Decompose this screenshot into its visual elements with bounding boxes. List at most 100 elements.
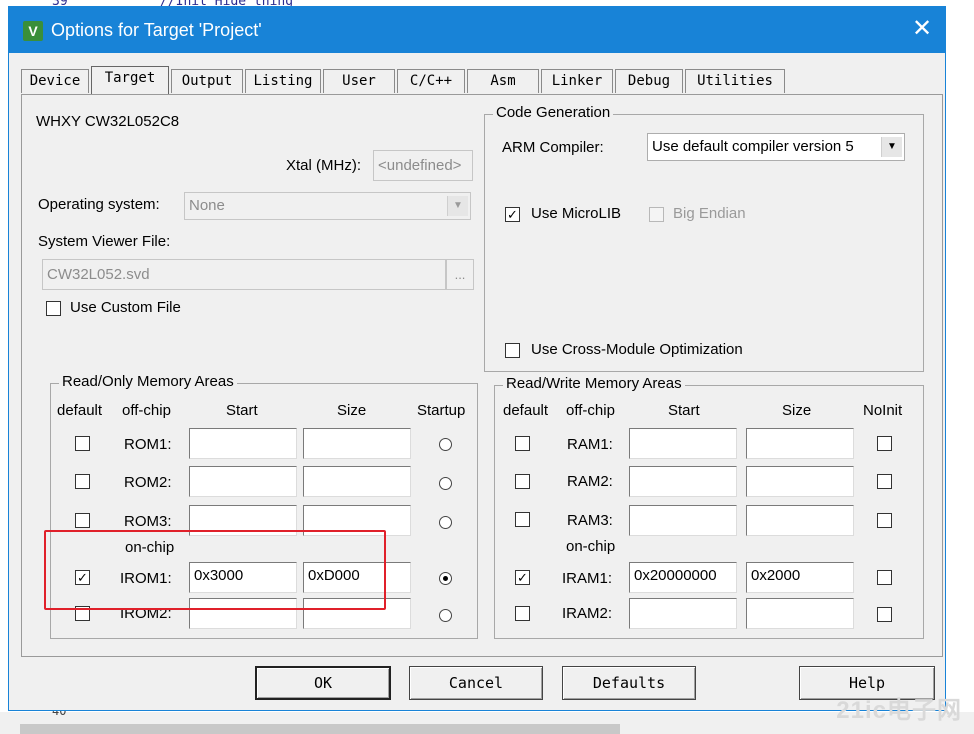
rw-header-size: Size <box>782 402 812 419</box>
rw-header-start: Start <box>668 402 700 419</box>
chevron-down-icon: ▼ <box>881 137 902 157</box>
tab-linker[interactable]: Linker <box>541 69 613 93</box>
tab-c-cpp[interactable]: C/C++ <box>397 69 465 93</box>
rw-header-offchip: off-chip <box>566 402 615 419</box>
iram1-noinit-checkbox[interactable] <box>877 570 892 585</box>
tab-device[interactable]: Device <box>21 69 89 93</box>
irom1-label: IROM1: <box>120 570 172 587</box>
ram2-default-checkbox[interactable] <box>515 474 530 489</box>
rom1-size-input[interactable] <box>303 428 411 459</box>
ram2-label: RAM2: <box>567 473 613 490</box>
irom2-start-input[interactable] <box>189 598 297 629</box>
horizontal-scrollbar[interactable] <box>20 724 620 734</box>
rw-onchip-label: on-chip <box>566 538 616 555</box>
rom3-size-input[interactable] <box>303 505 411 536</box>
iram1-size-input[interactable]: 0x2000 <box>746 562 854 593</box>
ro-header-start: Start <box>226 402 258 419</box>
ram3-start-input[interactable] <box>629 505 737 536</box>
ram1-start-input[interactable] <box>629 428 737 459</box>
iram2-label: IRAM2: <box>562 605 613 622</box>
rom1-start-input[interactable] <box>189 428 297 459</box>
rw-memory-title: Read/Write Memory Areas <box>503 375 685 392</box>
radio-selected-dot <box>443 576 448 581</box>
ro-header-size: Size <box>337 402 367 419</box>
tab-user[interactable]: User <box>323 69 395 93</box>
dialog-title: Options for Target 'Project' <box>51 20 262 40</box>
tab-debug[interactable]: Debug <box>615 69 683 93</box>
tab-utilities[interactable]: Utilities <box>685 69 785 93</box>
code-generation-title: Code Generation <box>493 104 614 121</box>
use-custom-file-checkbox[interactable] <box>46 301 61 316</box>
irom1-default-checkbox[interactable]: ✓ <box>75 570 90 585</box>
irom1-startup-radio[interactable] <box>439 572 452 585</box>
code-generation-group: Code Generation ARM Compiler: Use defaul… <box>484 104 924 372</box>
tab-output[interactable]: Output <box>171 69 243 93</box>
ram2-noinit-checkbox[interactable] <box>877 474 892 489</box>
ram1-noinit-checkbox[interactable] <box>877 436 892 451</box>
svf-browse-button[interactable]: ... <box>446 259 474 290</box>
ram1-label: RAM1: <box>567 436 613 453</box>
ram1-default-checkbox[interactable] <box>515 436 530 451</box>
ram3-label: RAM3: <box>567 512 613 529</box>
iram1-default-checkbox[interactable]: ✓ <box>515 570 530 585</box>
os-select-value: None <box>189 197 225 214</box>
close-icon[interactable]: ✕ <box>899 7 945 53</box>
ok-button[interactable]: OK <box>255 666 391 700</box>
arm-compiler-select[interactable]: Use default compiler version 5 ▼ <box>647 133 905 161</box>
title-bar: V Options for Target 'Project' ✕ <box>9 7 945 53</box>
iram2-default-checkbox[interactable] <box>515 606 530 621</box>
cross-module-checkbox[interactable] <box>505 343 520 358</box>
rw-header-default: default <box>503 402 549 419</box>
keil-app-icon: V <box>23 21 43 41</box>
big-endian-label: Big Endian <box>673 205 746 222</box>
editor-background-bottom: 40 <box>0 704 974 734</box>
arm-compiler-value: Use default compiler version 5 <box>652 138 854 155</box>
rom3-default-checkbox[interactable] <box>75 513 90 528</box>
rom2-default-checkbox[interactable] <box>75 474 90 489</box>
iram1-start-input[interactable]: 0x20000000 <box>629 562 737 593</box>
ram2-start-input[interactable] <box>629 466 737 497</box>
xtal-label: Xtal (MHz): <box>286 157 361 174</box>
tab-asm[interactable]: Asm <box>467 69 539 93</box>
big-endian-checkbox[interactable] <box>649 207 664 222</box>
rom3-start-input[interactable] <box>189 505 297 536</box>
ro-memory-title: Read/Only Memory Areas <box>59 373 237 390</box>
irom1-size-input[interactable]: 0xD000 <box>303 562 411 593</box>
rom2-size-input[interactable] <box>303 466 411 497</box>
ram3-noinit-checkbox[interactable] <box>877 513 892 528</box>
rom3-startup-radio[interactable] <box>439 516 452 529</box>
irom1-start-input[interactable]: 0x3000 <box>189 562 297 593</box>
tab-listing[interactable]: Listing <box>245 69 321 93</box>
irom2-default-checkbox[interactable] <box>75 606 90 621</box>
iram2-size-input[interactable] <box>746 598 854 629</box>
ram1-size-input[interactable] <box>746 428 854 459</box>
defaults-button[interactable]: Defaults <box>562 666 696 700</box>
ram3-default-checkbox[interactable] <box>515 512 530 527</box>
svf-input[interactable]: CW32L052.svd <box>42 259 446 290</box>
rom3-label: ROM3: <box>124 513 172 530</box>
watermark-logo: 21ic电子网 <box>836 697 962 724</box>
xtal-input[interactable]: <undefined> <box>373 150 473 181</box>
ram2-size-input[interactable] <box>746 466 854 497</box>
ro-header-default: default <box>57 402 103 419</box>
rom2-startup-radio[interactable] <box>439 477 452 490</box>
cancel-button[interactable]: Cancel <box>409 666 543 700</box>
rom2-label: ROM2: <box>124 474 172 491</box>
use-microlib-checkbox[interactable]: ✓ <box>505 207 520 222</box>
rom1-startup-radio[interactable] <box>439 438 452 451</box>
irom2-size-input[interactable] <box>303 598 411 629</box>
rom1-default-checkbox[interactable] <box>75 436 90 451</box>
iram2-noinit-checkbox[interactable] <box>877 607 892 622</box>
options-dialog: V Options for Target 'Project' ✕ Device … <box>8 6 946 711</box>
ram3-size-input[interactable] <box>746 505 854 536</box>
irom2-startup-radio[interactable] <box>439 609 452 622</box>
device-name: WHXY CW32L052C8 <box>36 113 180 130</box>
iram2-start-input[interactable] <box>629 598 737 629</box>
cross-module-label: Use Cross-Module Optimization <box>531 341 743 358</box>
rom2-start-input[interactable] <box>189 466 297 497</box>
iram1-label: IRAM1: <box>562 570 613 587</box>
chevron-down-icon: ▼ <box>447 196 468 216</box>
target-panel: WHXY CW32L052C8 Xtal (MHz): <undefined> … <box>21 94 943 657</box>
os-select[interactable]: None ▼ <box>184 192 471 220</box>
tab-target[interactable]: Target <box>91 66 169 94</box>
